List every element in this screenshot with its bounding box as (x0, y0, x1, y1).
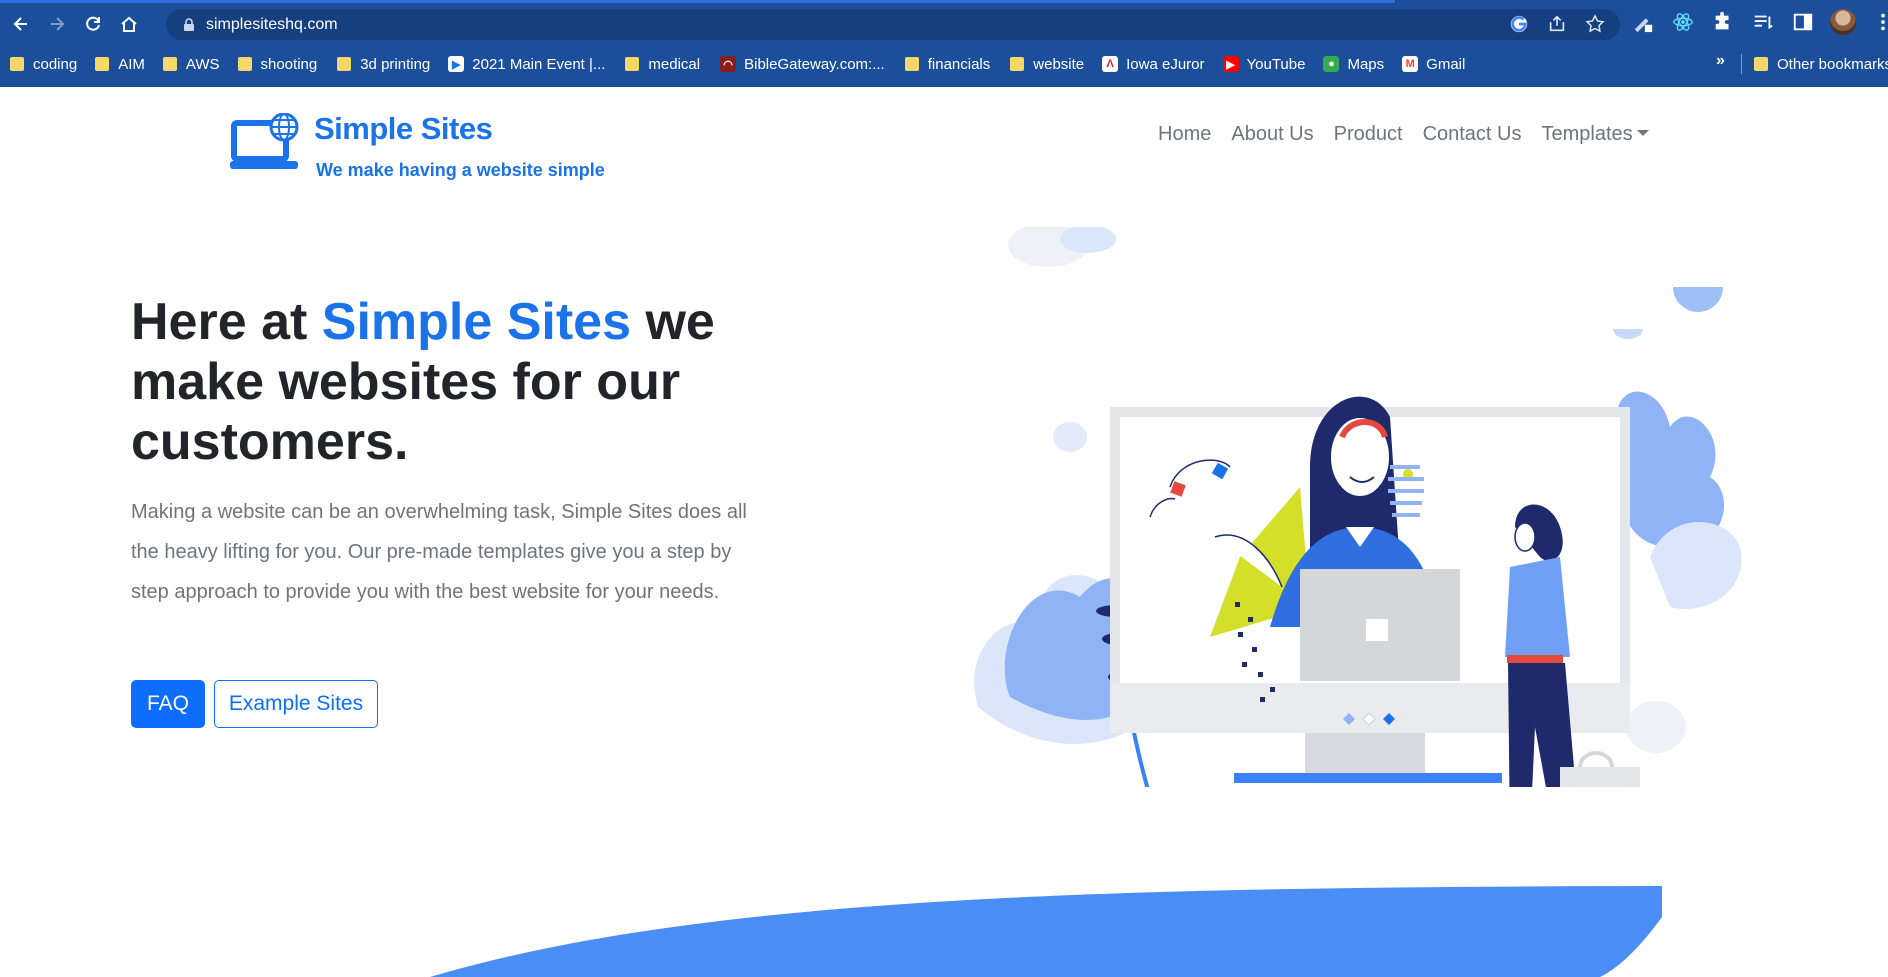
bookmark-youtube[interactable]: ▶ YouTube (1222, 51, 1306, 77)
folder-icon (337, 57, 352, 71)
nav-product[interactable]: Product (1324, 117, 1413, 151)
main-nav: Home About Us Product Contact Us Templat… (1148, 117, 1659, 151)
hero-title-accent: Simple Sites (321, 293, 631, 351)
bookmarks-bar: coding AIM AWS shooting 3d printing ▶ 2021 Mai… (0, 48, 1888, 80)
bookmark-label: financials (927, 55, 991, 73)
bookmark-label: medical (648, 55, 701, 73)
hero-title-lead: Here at (131, 293, 322, 351)
folder-icon (1754, 57, 1768, 71)
biblegateway-favicon-icon: ◠ (720, 56, 737, 72)
home-button[interactable] (114, 9, 144, 39)
bookmark-gmail[interactable]: M Gmail (1402, 51, 1465, 77)
bookmark-aim[interactable]: AIM (95, 51, 145, 77)
bookmark-label: coding (33, 55, 78, 73)
folder-icon (237, 57, 252, 71)
bookmark-medical[interactable]: medical (625, 51, 700, 77)
main-event-favicon-icon: ▶ (448, 56, 465, 72)
laptop-globe-logo-icon (230, 113, 299, 169)
nav-templates-dropdown[interactable]: Templates (1532, 117, 1659, 151)
example-sites-button[interactable]: Example Sites (214, 680, 378, 728)
folder-icon (625, 57, 640, 71)
bookmarks-overflow-button[interactable]: » (1716, 52, 1725, 70)
folder-icon (95, 57, 110, 71)
side-panel-icon[interactable] (1790, 9, 1816, 35)
nav-templates-label: Templates (1541, 123, 1633, 145)
forward-arrow-icon (51, 17, 65, 31)
nav-contact[interactable]: Contact Us (1413, 117, 1532, 151)
puzzle-extensions-icon[interactable] (1710, 9, 1736, 35)
bookmark-2021-main-event[interactable]: ▶ 2021 Main Event |... (448, 51, 605, 77)
bookmark-maps[interactable]: ● Maps (1323, 51, 1384, 77)
profile-avatar[interactable] (1830, 9, 1856, 35)
bookmark-label: shooting (260, 55, 318, 73)
back-button[interactable] (6, 9, 36, 39)
bookmark-biblegateway-com[interactable]: ◠ BibleGateway.com:... (720, 51, 885, 77)
caret-down-icon (1636, 129, 1649, 136)
brand-tagline: We make having a website simple (316, 160, 605, 180)
bookmark-label: YouTube (1246, 55, 1306, 73)
back-arrow-icon (13, 17, 27, 31)
forward-button[interactable] (42, 9, 72, 39)
bookmark-label: AWS (185, 55, 220, 73)
react-devtools-icon[interactable] (1670, 9, 1696, 35)
reading-list-icon[interactable] (1750, 9, 1776, 35)
site-logo[interactable]: Simple Sites We make having a website si… (230, 103, 610, 180)
bookmark-star-icon[interactable] (1584, 13, 1606, 35)
google-icon[interactable] (1508, 13, 1530, 35)
browser-chrome: simplesiteshq.com coding AIM AWS shootin… (0, 0, 1888, 87)
pen-extension-icon[interactable] (1630, 9, 1656, 35)
hero-description: Making a website can be an overwhelming … (131, 501, 747, 603)
bookmark-shooting[interactable]: shooting (237, 51, 318, 77)
extensions-area (1630, 9, 1888, 35)
bookmark-label: Maps (1347, 55, 1385, 73)
hero-title: Here at Simple Sites we make websites fo… (131, 292, 771, 472)
url-text: simplesiteshq.com (206, 15, 338, 33)
menu-kebab-icon[interactable] (1870, 9, 1888, 35)
folder-icon (162, 57, 177, 71)
brand-name: Simple Sites (314, 111, 493, 146)
bookmark-label: website (1033, 55, 1085, 73)
share-icon[interactable] (1546, 13, 1568, 35)
bookmark-label: AIM (118, 55, 145, 73)
other-bookmarks-label: Other bookmarks (1777, 55, 1888, 73)
gmail-favicon-icon: M (1402, 56, 1419, 72)
nav-home[interactable]: Home (1148, 117, 1221, 151)
lock-icon (184, 17, 194, 31)
bookmark-financials[interactable]: financials (904, 51, 991, 77)
bookmark-aws[interactable]: AWS (162, 51, 220, 77)
folder-icon (904, 57, 919, 71)
address-bar[interactable]: simplesiteshq.com (166, 9, 1620, 40)
other-bookmarks[interactable]: Other bookmarks (1754, 51, 1888, 77)
bookmark-label: Iowa eJuror (1126, 55, 1205, 73)
nav-about[interactable]: About Us (1221, 117, 1323, 151)
browser-toolbar: simplesiteshq.com (0, 3, 1888, 45)
bottom-wave-decoration (430, 886, 1662, 977)
folder-icon (10, 57, 24, 71)
youtube-favicon-icon: ▶ (1222, 56, 1239, 72)
bookmark-3d-printing[interactable]: 3d printing (337, 51, 430, 77)
reload-button[interactable] (78, 9, 108, 39)
folder-icon (1010, 57, 1025, 71)
web-page: Simple Sites We make having a website si… (0, 87, 1888, 977)
bookmark-iowa-ejuror[interactable]: Λ Iowa eJuror (1102, 51, 1205, 77)
bookmark-coding[interactable]: coding (10, 51, 77, 77)
bookmark-label: BibleGateway.com:... (744, 55, 885, 73)
reload-icon (86, 16, 100, 31)
bookmark-label: 2021 Main Event |... (472, 55, 606, 73)
hero-illustration (974, 227, 1742, 787)
faq-button[interactable]: FAQ (131, 680, 205, 728)
maps-favicon-icon: ● (1323, 56, 1340, 72)
bookmark-label: Gmail (1426, 55, 1466, 73)
bookmark-website[interactable]: website (1010, 51, 1084, 77)
home-icon (121, 16, 137, 32)
bookmark-label: 3d printing (360, 55, 431, 73)
iowa-ejuror-favicon-icon: Λ (1102, 56, 1119, 72)
bookmarks-divider (1741, 54, 1742, 74)
